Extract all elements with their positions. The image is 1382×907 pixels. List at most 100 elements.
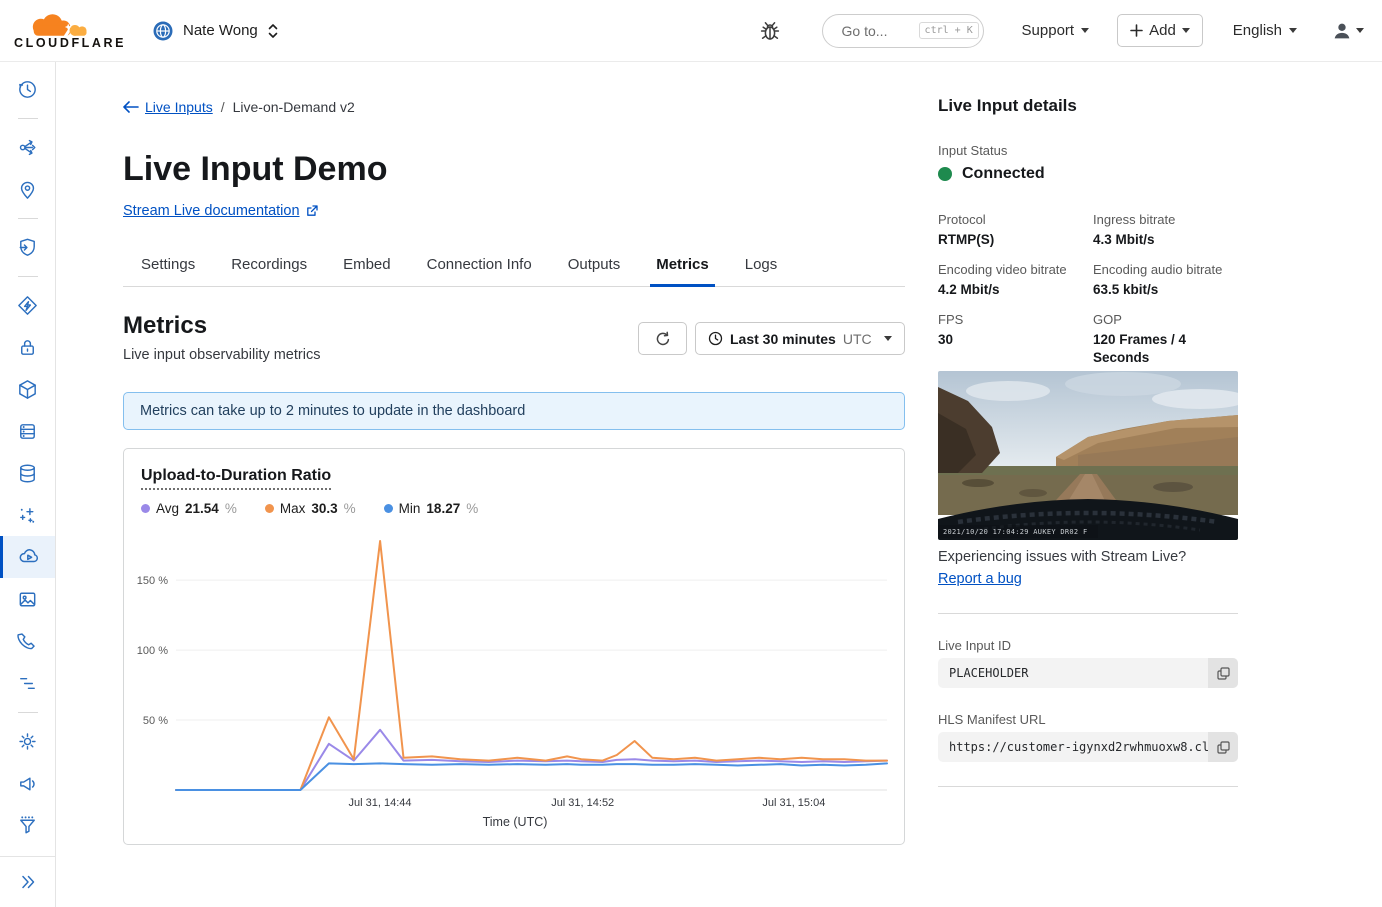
sidebar-item-location[interactable] (0, 168, 55, 210)
metrics-info-banner-text: Metrics can take up to 2 minutes to upda… (140, 403, 525, 419)
sidebar-item-history[interactable] (0, 68, 55, 110)
workers-cube-icon (16, 378, 39, 401)
legend-max-label: Max (280, 501, 306, 516)
video-thumbnail: 2021/10/20 17:04:29 AUKEY DR02 F (938, 371, 1238, 540)
stream-issues-text: Experiencing issues with Stream Live? (938, 549, 1186, 565)
external-link-icon (306, 205, 318, 217)
sidebar-item-ssl[interactable] (0, 326, 55, 368)
time-zone-value: UTC (843, 331, 872, 347)
bug-icon (758, 18, 782, 44)
speed-bolt-icon (16, 294, 39, 317)
chart-legend: Avg 21.54 % Max 30.3 % Min 18.27 % (141, 501, 478, 516)
svg-text:150 %: 150 % (137, 575, 168, 587)
sidebar-item-ai[interactable] (0, 494, 55, 536)
breadcrumb-back-link[interactable]: Live Inputs (123, 99, 213, 115)
stream-docs-link-label: Stream Live documentation (123, 203, 300, 219)
input-status-row: Connected (938, 165, 1045, 183)
search-input[interactable] (842, 23, 912, 39)
cloudflare-logo[interactable]: CLOUDFLARE (14, 12, 126, 50)
panel-divider (938, 786, 1238, 787)
sidebar-divider (0, 268, 55, 284)
legend-max: Max 30.3 % (265, 501, 356, 516)
sidebar-item-settings[interactable] (0, 720, 55, 762)
input-id-label: Live Input ID (938, 638, 1011, 653)
refresh-button[interactable] (638, 322, 687, 355)
search-shortcut-badge: ctrl + K (919, 22, 979, 39)
support-menu[interactable]: Support (1022, 22, 1090, 39)
sidebar-item-logs[interactable] (0, 662, 55, 704)
sidebar-item-database[interactable] (0, 452, 55, 494)
sidebar-item-traffic[interactable] (0, 126, 55, 168)
tab-recordings[interactable]: Recordings (213, 248, 325, 286)
sidebar-divider (0, 210, 55, 226)
chart-title: Upload-to-Duration Ratio (141, 467, 331, 490)
detail-protocol: Protocol RTMP(S) (938, 212, 1093, 249)
images-icon (16, 588, 39, 611)
hls-url-field: https://customer-igynxd2rwhmuoxw8.cloudf (938, 732, 1238, 762)
tab-embed[interactable]: Embed (325, 248, 409, 286)
copy-hls-url-button[interactable] (1208, 732, 1238, 762)
metrics-info-banner: Metrics can take up to 2 minutes to upda… (123, 392, 905, 430)
svg-text:Jul 31, 14:44: Jul 31, 14:44 (349, 797, 412, 809)
sidebar-item-workers[interactable] (0, 368, 55, 410)
sidebar-item-speed[interactable] (0, 284, 55, 326)
stream-docs-link[interactable]: Stream Live documentation (123, 203, 318, 219)
chevron-down-icon (1356, 28, 1364, 33)
sidebar-expand-button[interactable] (0, 857, 55, 907)
chevron-down-icon (1182, 28, 1190, 33)
tab-outputs[interactable]: Outputs (550, 248, 639, 286)
input-status-label: Input Status (938, 143, 1007, 158)
time-range-value: Last 30 minutes (730, 331, 836, 347)
sidebar-item-notifications[interactable] (0, 762, 55, 804)
sidebar-item-images[interactable] (0, 578, 55, 620)
legend-max-dot (265, 504, 274, 513)
copy-input-id-button[interactable] (1208, 658, 1238, 688)
globe-icon (152, 20, 174, 42)
sidebar-item-calls[interactable] (0, 620, 55, 662)
video-thumbnail-scene (938, 371, 1238, 540)
upload-ratio-line-chart: 50 %100 %150 %Jul 31, 14:44Jul 31, 14:52… (131, 529, 899, 819)
hls-url-label: HLS Manifest URL (938, 712, 1046, 727)
time-range-dropdown[interactable]: Last 30 minutes UTC (695, 322, 905, 355)
logs-bars-icon (16, 672, 39, 695)
account-switcher[interactable]: Nate Wong (152, 20, 279, 42)
language-menu[interactable]: English (1233, 22, 1297, 39)
product-sidebar (0, 62, 56, 907)
legend-min-label: Min (399, 501, 421, 516)
gear-icon (16, 730, 39, 753)
location-pin-icon (16, 178, 39, 201)
breadcrumb: Live Inputs / Live-on-Demand v2 (123, 99, 355, 115)
report-bug-link[interactable]: Report a bug (938, 571, 1022, 587)
detail-ingress-bitrate: Ingress bitrate 4.3 Mbit/s (1093, 212, 1238, 249)
sidebar-item-security[interactable] (0, 226, 55, 268)
sidebar-item-storage[interactable] (0, 410, 55, 452)
legend-avg-value: 21.54 (185, 501, 219, 516)
cloudflare-wordmark: CLOUDFLARE (14, 36, 126, 50)
sidebar-item-filter[interactable] (0, 804, 55, 846)
tab-metrics[interactable]: Metrics (638, 248, 727, 286)
arrow-left-icon (123, 101, 139, 113)
storage-rack-icon (16, 420, 39, 443)
legend-max-unit: % (344, 501, 356, 516)
tab-logs[interactable]: Logs (727, 248, 796, 286)
user-menu[interactable] (1331, 20, 1364, 42)
top-header: CLOUDFLARE Nate Wong (0, 0, 1382, 62)
breadcrumb-back-label: Live Inputs (145, 99, 213, 115)
chevron-down-icon (884, 336, 892, 341)
sidebar-item-stream[interactable] (0, 536, 55, 578)
legend-min-dot (384, 504, 393, 513)
lock-icon (16, 336, 39, 359)
legend-min-value: 18.27 (426, 501, 460, 516)
tab-settings[interactable]: Settings (123, 248, 213, 286)
clock-icon (708, 331, 723, 346)
debug-bug-button[interactable] (758, 18, 782, 44)
x-axis-title: Time (UTC) (124, 815, 906, 829)
add-button[interactable]: Add (1117, 14, 1203, 47)
details-heading: Live Input details (938, 96, 1077, 116)
global-search[interactable]: ctrl + K (822, 14, 984, 48)
svg-text:50 %: 50 % (143, 715, 168, 727)
copy-icon (1217, 741, 1230, 754)
tab-connection-info[interactable]: Connection Info (409, 248, 550, 286)
expand-chevrons-icon (17, 871, 39, 893)
plus-icon (1130, 24, 1143, 37)
